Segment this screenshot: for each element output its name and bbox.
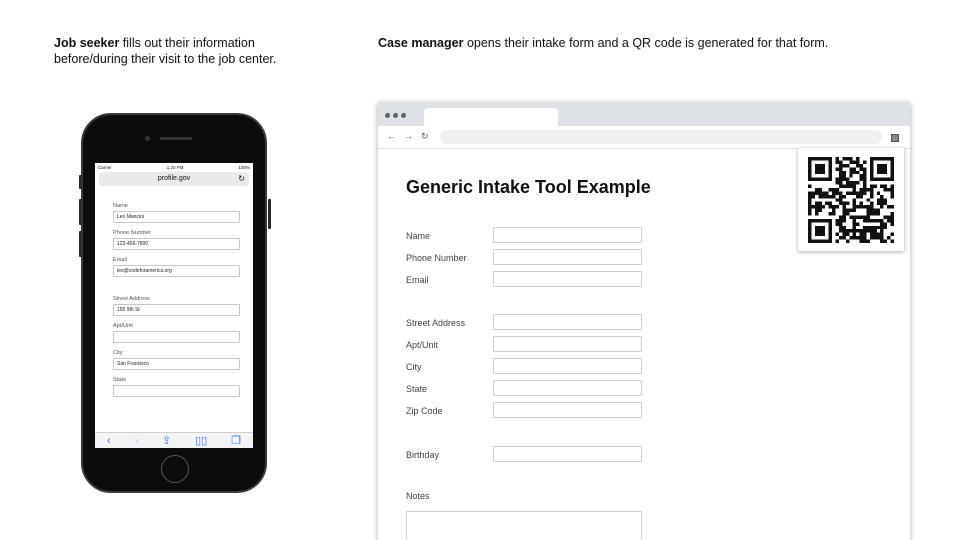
phone-input[interactable]: 123-456-7890	[113, 238, 240, 250]
reload-icon[interactable]: ↻	[421, 131, 429, 142]
status-bar: Carrier 1:20 PM 100%	[95, 163, 253, 171]
window-controls	[385, 113, 406, 118]
name-input[interactable]	[493, 227, 642, 243]
maximize-window-dot[interactable]	[401, 113, 406, 118]
field-label: Email	[113, 257, 127, 263]
apt-unit-label: Apt/Unit	[406, 340, 439, 350]
mobile-url-bar[interactable]: profile.gov ↻	[99, 172, 249, 186]
mobile-url-text: profile.gov	[157, 175, 191, 182]
earpiece-speaker	[160, 137, 192, 140]
apt-unit-input[interactable]	[493, 336, 642, 352]
volume-down-button	[79, 231, 82, 257]
field-label: State	[113, 377, 127, 383]
city-label: City	[406, 362, 422, 372]
battery-label: 100%	[238, 164, 250, 170]
email-input[interactable]: leo@codeforamerica.org	[113, 265, 240, 277]
city-input[interactable]	[493, 358, 642, 374]
phone-number-label: Phone Number	[406, 253, 467, 263]
carrier-label: Carrier	[98, 164, 112, 170]
birthday-input[interactable]	[493, 446, 642, 462]
mobile-field-name: Name Leo Mancini	[113, 203, 253, 223]
state-input[interactable]	[113, 385, 240, 397]
back-arrow-icon[interactable]: ←	[387, 131, 396, 142]
browser-toolbar: ← → ↻	[378, 126, 910, 149]
forward-arrow-icon[interactable]: →	[404, 131, 413, 142]
mobile-field-phone: Phone Number 123-456-7890	[113, 230, 253, 250]
phone-number-input[interactable]	[493, 249, 642, 265]
phone-mockup: Carrier 1:20 PM 100% profile.gov ↻ Name …	[79, 113, 271, 493]
birthday-label: Birthday	[406, 450, 440, 460]
volume-up-button	[79, 199, 82, 225]
mobile-form: Name Leo Mancini Phone Number 123-456-78…	[95, 186, 253, 397]
notes-label: Notes	[406, 491, 430, 501]
mobile-field-state: State	[113, 377, 253, 397]
clock: 1:20 PM	[166, 164, 184, 170]
nav-buttons: ← → ↻	[387, 131, 429, 142]
name-label: Name	[406, 231, 431, 241]
email-label: Email	[406, 275, 429, 285]
field-label: Phone Number	[113, 230, 151, 236]
caption-text: opens their intake form and a QR code is…	[463, 36, 829, 50]
apt-unit-input[interactable]	[113, 331, 240, 343]
share-icon[interactable]: ⇪	[162, 433, 171, 449]
tabs-icon[interactable]: ❐	[231, 433, 241, 449]
case-manager-caption: Case manager opens their intake form and…	[378, 35, 918, 51]
close-window-dot[interactable]	[385, 113, 390, 118]
field-label: Apt/Unit	[113, 323, 133, 329]
front-camera	[145, 136, 150, 141]
city-input[interactable]: San Francisco	[113, 358, 240, 370]
mobile-field-street: Street Address 155 9th St	[113, 296, 253, 316]
address-bar[interactable]	[440, 130, 882, 144]
notes-textarea[interactable]	[406, 511, 642, 540]
browser-tab[interactable]	[424, 108, 558, 126]
forward-icon[interactable]: ›	[135, 433, 139, 449]
page-title: Generic Intake Tool Example	[406, 177, 651, 197]
bookmarks-icon[interactable]: ▯▯	[195, 433, 207, 449]
qr-code-popup	[798, 148, 904, 251]
mobile-field-city: City San Francisco	[113, 350, 253, 370]
browser-tab-strip	[378, 102, 910, 126]
name-input[interactable]: Leo Mancini	[113, 211, 240, 223]
phone-screen: Carrier 1:20 PM 100% profile.gov ↻ Name …	[95, 163, 253, 448]
reload-icon[interactable]: ↻	[238, 172, 245, 186]
qr-code	[808, 157, 894, 243]
qr-extension-icon[interactable]	[891, 134, 899, 142]
email-input[interactable]	[493, 271, 642, 287]
mobile-field-email: Email leo@codeforamerica.org	[113, 257, 253, 277]
mute-switch	[79, 175, 82, 189]
power-button	[268, 199, 271, 229]
field-label: Name	[113, 203, 128, 209]
mobile-field-apt: Apt/Unit	[113, 323, 253, 343]
home-button[interactable]	[161, 455, 189, 483]
browser-window: ← → ↻ Generic Intake Tool Example Name P…	[378, 102, 910, 540]
caption-bold: Job seeker	[54, 36, 120, 50]
field-label: Street Address	[113, 296, 150, 302]
safari-toolbar: ‹ › ⇪ ▯▯ ❐	[95, 432, 253, 448]
zip-code-input[interactable]	[493, 402, 642, 418]
zip-code-label: Zip Code	[406, 406, 443, 416]
state-label: State	[406, 384, 428, 394]
minimize-window-dot[interactable]	[393, 113, 398, 118]
state-input[interactable]	[493, 380, 642, 396]
job-seeker-caption: Job seeker fills out their information b…	[54, 35, 324, 67]
street-address-input[interactable]: 155 9th St	[113, 304, 240, 316]
caption-bold: Case manager	[378, 36, 464, 50]
back-icon[interactable]: ‹	[107, 433, 111, 449]
street-address-label: Street Address	[406, 318, 466, 328]
street-address-input[interactable]	[493, 314, 642, 330]
field-label: City	[113, 350, 123, 356]
